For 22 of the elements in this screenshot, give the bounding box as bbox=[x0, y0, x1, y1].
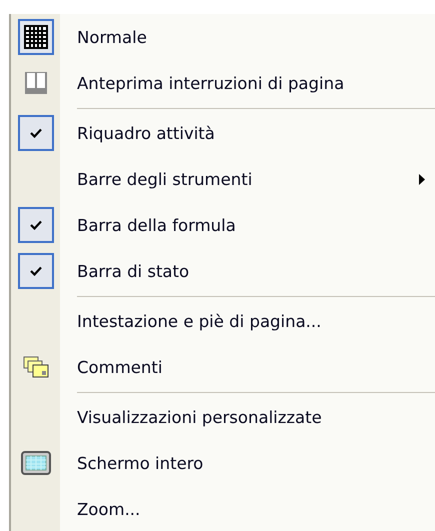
grid-icon bbox=[24, 25, 48, 49]
menu-item[interactable]: Barra della formula bbox=[77, 216, 435, 234]
checkbox[interactable] bbox=[18, 253, 54, 289]
checkbox[interactable] bbox=[18, 115, 54, 151]
checkmark-icon bbox=[30, 128, 42, 138]
menu-item[interactable]: Intestazione e piè di pagina... bbox=[77, 312, 435, 330]
submenu-arrow-icon bbox=[419, 174, 425, 184]
checkmark-icon bbox=[30, 220, 42, 230]
comments-icon bbox=[22, 356, 48, 378]
full-screen-icon bbox=[20, 451, 50, 475]
checkbox[interactable] bbox=[18, 207, 54, 243]
menu-item[interactable]: Barra di stato bbox=[77, 262, 435, 280]
menu-item[interactable]: Visualizzazioni personalizzate bbox=[77, 408, 435, 426]
menu-item[interactable]: Zoom... bbox=[77, 500, 435, 518]
menu-item[interactable]: Barre degli strumenti bbox=[77, 170, 419, 188]
menu-item[interactable]: Normale bbox=[77, 28, 435, 46]
menu-item[interactable]: Commenti bbox=[77, 358, 435, 376]
menu-item[interactable]: Schermo intero bbox=[77, 454, 435, 472]
checkmark-icon bbox=[30, 266, 42, 276]
menu-item[interactable]: Anteprima interruzioni di pagina bbox=[77, 74, 435, 92]
menu-item[interactable]: Riquadro attività bbox=[77, 124, 435, 142]
page-break-icon bbox=[24, 71, 48, 95]
